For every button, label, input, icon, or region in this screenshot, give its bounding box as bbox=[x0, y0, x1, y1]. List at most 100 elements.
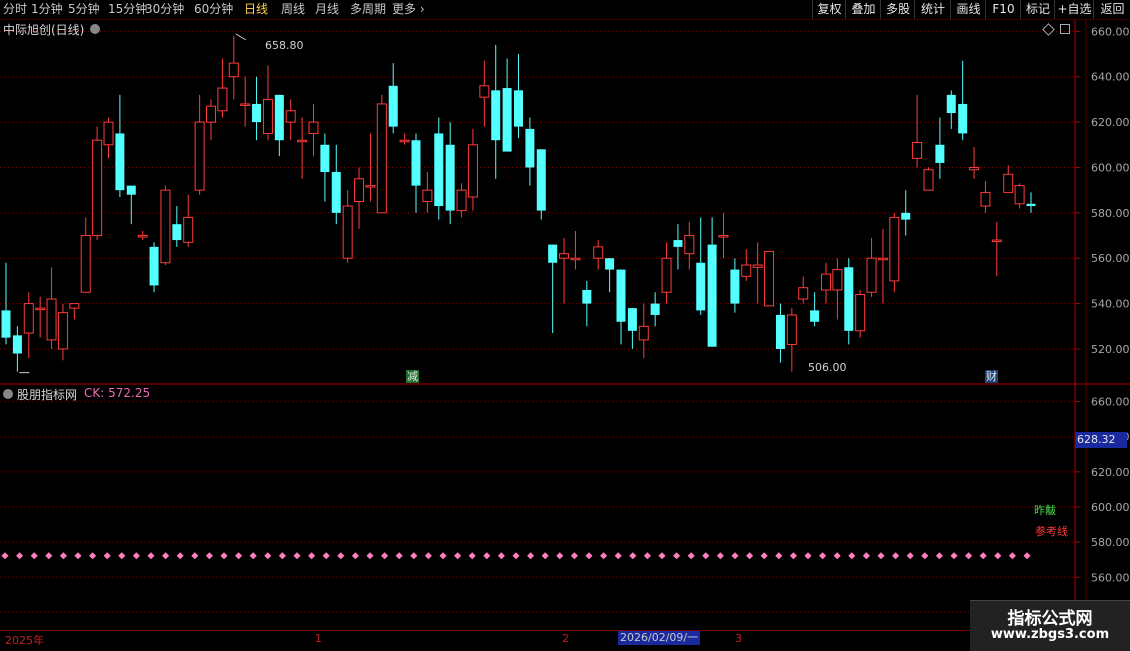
indicator-dropdown-icon[interactable] bbox=[3, 389, 13, 399]
main-tick-label-0: 520.00 bbox=[1091, 343, 1130, 356]
toolbar-button-7[interactable]: +自选 bbox=[1054, 0, 1094, 19]
candle-body-79 bbox=[901, 212, 911, 220]
ref-dot-29 bbox=[424, 552, 432, 560]
main-tick-label-5: 620.00 bbox=[1091, 116, 1130, 129]
period-toolbar: 分时 1分钟 5分钟 15分钟 30分钟 60分钟 日线 周线 月线 多周期 更多 › 复权 叠加 多股统… bbox=[0, 0, 1130, 20]
candle-body-52 bbox=[593, 246, 604, 259]
candle-body-83 bbox=[946, 94, 956, 114]
candle-body-43 bbox=[491, 90, 501, 141]
candle-body-20 bbox=[228, 62, 239, 78]
toolbar-button-2[interactable]: 多股 bbox=[880, 0, 915, 19]
ref-dot-53 bbox=[775, 552, 783, 560]
candle-body-33 bbox=[376, 103, 387, 214]
candle-body-51 bbox=[582, 289, 592, 304]
period-tab-1[interactable]: 1分钟 bbox=[31, 0, 63, 19]
ref-dot-11 bbox=[162, 552, 170, 560]
event-tag-finance[interactable]: 财 bbox=[985, 370, 998, 383]
period-tab-9[interactable]: 多周期 bbox=[350, 0, 386, 19]
candle-body-13 bbox=[149, 246, 159, 286]
ref-dot-45 bbox=[658, 552, 666, 560]
period-tab-8[interactable]: 月线 bbox=[315, 0, 339, 19]
ref-dot-67 bbox=[979, 552, 987, 560]
main-tick-label-4: 600.00 bbox=[1091, 161, 1130, 174]
label-zuo: 昨黻 bbox=[1034, 504, 1056, 517]
watermark-url: www.zbgs3.com bbox=[990, 627, 1110, 642]
ref-dot-17 bbox=[249, 552, 257, 560]
ref-dot-59 bbox=[862, 552, 870, 560]
candle-body-40 bbox=[456, 189, 467, 212]
candle-body-62 bbox=[707, 244, 717, 347]
ref-dot-58 bbox=[848, 552, 856, 560]
candle-body-87 bbox=[991, 239, 1002, 243]
indicator-ck-value: CK: 572.25 bbox=[84, 386, 151, 400]
candle-body-24 bbox=[274, 94, 284, 141]
ref-dot-21 bbox=[308, 552, 316, 560]
ref-dot-7 bbox=[103, 552, 111, 560]
toolbar-button-3[interactable]: 统计 bbox=[914, 0, 951, 19]
ref-dot-62 bbox=[906, 552, 914, 560]
maximize-icon[interactable] bbox=[1060, 24, 1070, 34]
ref-dot-47 bbox=[687, 552, 695, 560]
date-year: 2025年 bbox=[5, 634, 44, 647]
candle-body-35 bbox=[399, 139, 410, 143]
toolbar-button-4[interactable]: 画线 bbox=[950, 0, 986, 19]
candle-body-73 bbox=[832, 269, 843, 291]
ref-dot-3 bbox=[45, 552, 53, 560]
period-tab-0[interactable]: 分时 bbox=[3, 0, 27, 19]
candle-body-38 bbox=[434, 133, 444, 207]
period-tab-10[interactable]: 更多 › bbox=[392, 0, 425, 19]
period-tab-6[interactable]: 日线 bbox=[244, 0, 268, 19]
candle-body-75 bbox=[855, 294, 866, 332]
candle-body-59 bbox=[673, 240, 683, 247]
candle-body-86 bbox=[980, 191, 991, 207]
candle-body-32 bbox=[365, 185, 376, 188]
toolbar-button-1[interactable]: 叠加 bbox=[845, 0, 881, 19]
ref-dot-34 bbox=[497, 552, 505, 560]
ref-dot-43 bbox=[629, 552, 637, 560]
period-tab-5[interactable]: 60分钟 bbox=[194, 0, 233, 19]
ref-dot-24 bbox=[351, 552, 359, 560]
toolbar-button-6[interactable]: 标记 bbox=[1020, 0, 1055, 19]
event-tag-reduce[interactable]: 减 bbox=[406, 370, 419, 383]
candle-body-5 bbox=[57, 312, 68, 350]
toolbar-button-0[interactable]: 复权 bbox=[812, 0, 846, 19]
period-tab-4[interactable]: 30分钟 bbox=[145, 0, 184, 19]
ref-dot-44 bbox=[643, 552, 651, 560]
low-price-label: 506.00 bbox=[808, 361, 847, 374]
candle-body-58 bbox=[661, 257, 672, 293]
date-axis: 2025年 1 2 3 bbox=[0, 630, 1130, 647]
candle-body-39 bbox=[445, 144, 455, 211]
candle-body-77 bbox=[877, 257, 888, 261]
ref-dot-25 bbox=[366, 552, 374, 560]
ref-dot-60 bbox=[877, 552, 885, 560]
candle-body-71 bbox=[810, 310, 820, 322]
ind-tick-label-4: 620.00 bbox=[1091, 466, 1130, 479]
ref-dot-65 bbox=[950, 552, 958, 560]
ref-dot-36 bbox=[527, 552, 535, 560]
period-tab-7[interactable]: 周线 bbox=[281, 0, 305, 19]
period-tab-3[interactable]: 15分钟 bbox=[108, 0, 147, 19]
main-tick-label-3: 580.00 bbox=[1091, 207, 1130, 220]
ref-dot-56 bbox=[819, 552, 827, 560]
period-tab-2[interactable]: 5分钟 bbox=[68, 0, 100, 19]
candle-body-37 bbox=[422, 189, 433, 202]
main-tick-label-6: 640.00 bbox=[1091, 71, 1130, 84]
chart-canvas: 520.00 540.00 560.00 580.00 600.00 620.00 640.… bbox=[0, 20, 1130, 630]
settings-dropdown-icon[interactable] bbox=[90, 24, 100, 34]
candle-body-6 bbox=[69, 303, 80, 309]
ref-dot-52 bbox=[760, 552, 768, 560]
ref-dot-57 bbox=[833, 552, 841, 560]
candle-body-84 bbox=[958, 103, 968, 134]
candle-body-19 bbox=[217, 87, 228, 112]
candle-body-66 bbox=[752, 264, 763, 268]
ref-dot-32 bbox=[468, 552, 476, 560]
candle-body-90 bbox=[1026, 203, 1036, 207]
candle-body-85 bbox=[969, 166, 980, 171]
toolbar-button-5[interactable]: F10 bbox=[985, 0, 1021, 19]
ref-dot-14 bbox=[205, 552, 213, 560]
ref-dot-1 bbox=[16, 552, 24, 560]
toolbar-button-8[interactable]: 返回 bbox=[1093, 0, 1130, 19]
ref-dot-39 bbox=[570, 552, 578, 560]
ref-dot-70 bbox=[1023, 552, 1031, 560]
peak-price-label: 658.80 bbox=[265, 39, 304, 52]
